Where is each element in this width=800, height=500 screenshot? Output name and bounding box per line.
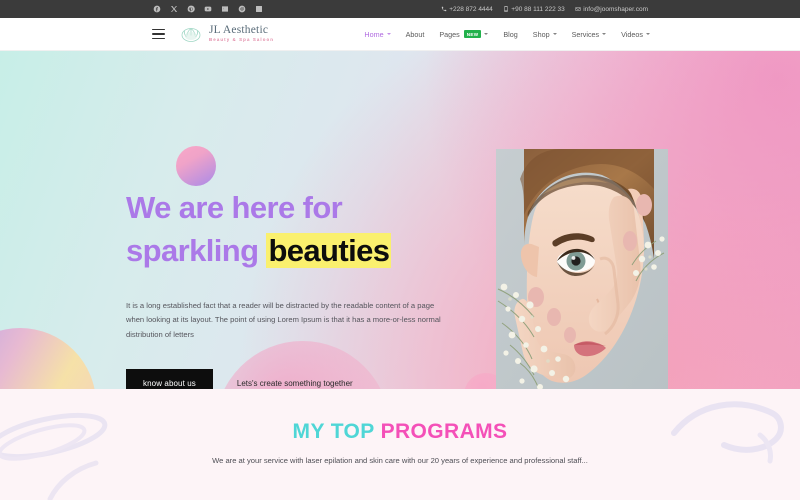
- hamburger-menu-icon[interactable]: [152, 29, 165, 39]
- hero-heading-line2-prefix: sparkling: [126, 232, 267, 268]
- youtube-icon[interactable]: [203, 5, 212, 14]
- programs-title-part1: MY TOP: [292, 420, 375, 443]
- chevron-down-icon: [602, 33, 607, 35]
- phone-primary-text: +228 872 4444: [449, 5, 493, 13]
- nav-label-pages: Pages: [439, 29, 460, 39]
- facebook-icon[interactable]: [152, 5, 161, 14]
- nav-item-services[interactable]: Services: [572, 30, 607, 39]
- nav-item-home[interactable]: Home: [364, 29, 391, 39]
- social-links: [152, 5, 263, 14]
- site-header: JL Aesthetic Beauty & Spa Saloon Home Ab…: [0, 18, 800, 51]
- linkedin-icon[interactable]: [254, 5, 263, 14]
- nav-label-shop: Shop: [532, 29, 550, 39]
- mobile-icon: [504, 6, 508, 12]
- envelope-icon: [575, 7, 581, 11]
- nav-label-videos: Videos: [621, 29, 643, 39]
- chevron-down-icon: [484, 33, 489, 35]
- decorative-gradient-circle-small: [176, 146, 216, 186]
- vimeo-icon[interactable]: [220, 5, 229, 14]
- chevron-down-icon: [386, 33, 391, 35]
- phone-secondary-text: +90 88 111 222 33: [511, 5, 565, 13]
- decorative-gradient-circle-large: [0, 328, 96, 389]
- nav-item-videos[interactable]: Videos: [621, 30, 650, 39]
- create-together-link[interactable]: Lets's create something together: [237, 379, 353, 388]
- phone-secondary[interactable]: +90 88 111 222 33: [503, 6, 565, 13]
- nav-label-blog: Blog: [503, 29, 518, 39]
- nav-label-home: Home: [364, 29, 384, 39]
- phone-primary[interactable]: +228 872 4444: [441, 6, 493, 13]
- hero-portrait-image: [496, 149, 668, 389]
- logo-tagline: Beauty & Spa Saloon: [209, 37, 275, 43]
- instagram-icon[interactable]: [237, 5, 246, 14]
- chevron-down-icon: [646, 33, 650, 35]
- hero-heading-highlight: beauties: [266, 232, 392, 268]
- logo[interactable]: JL Aesthetic Beauty & Spa Saloon: [178, 23, 274, 45]
- phone-icon: [441, 6, 446, 12]
- programs-subtitle: We are at your service with laser epilat…: [212, 456, 588, 465]
- page-root: +228 872 4444 +90 88 111 222 33 info@joo…: [0, 0, 800, 500]
- chevron-down-icon: [552, 33, 557, 35]
- programs-title: MY TOP PROGRAMS: [0, 420, 800, 444]
- programs-section: MY TOP PROGRAMS We are at your service w…: [0, 389, 800, 500]
- nav-item-pages[interactable]: Pages new: [439, 29, 489, 39]
- email-link[interactable]: info@joomshaper.com: [575, 6, 648, 13]
- hero-heading-line1: We are here for: [126, 187, 466, 230]
- contact-info: +228 872 4444 +90 88 111 222 33 info@joo…: [441, 6, 648, 13]
- nav-item-about[interactable]: About: [406, 30, 425, 39]
- main-navigation: Home About Pages new Blog Shop Services: [364, 30, 650, 39]
- hero-heading-line2: sparkling beauties: [126, 230, 466, 273]
- hero-section: We are here for sparkling beauties It is…: [0, 51, 800, 389]
- hero-heading-line1-text: We are here for: [126, 190, 343, 225]
- nav-item-blog[interactable]: Blog: [503, 30, 517, 39]
- lotus-flower-icon: [178, 23, 204, 45]
- top-utility-bar: +228 872 4444 +90 88 111 222 33 info@joo…: [0, 0, 800, 18]
- hero-copy: We are here for sparkling beauties It is…: [126, 187, 466, 389]
- twitter-x-icon[interactable]: [169, 5, 178, 14]
- programs-title-part2: PROGRAMS: [380, 420, 508, 443]
- new-badge: new: [463, 30, 482, 38]
- hero-paragraph: It is a long established fact that a rea…: [126, 300, 441, 340]
- nav-item-shop[interactable]: Shop: [533, 30, 557, 39]
- logo-name: JL Aesthetic: [209, 24, 269, 37]
- email-text: info@joomshaper.com: [583, 5, 648, 13]
- nav-label-about: About: [405, 29, 425, 39]
- hero-cta-group: know about us Lets's create something to…: [126, 368, 466, 389]
- know-about-us-button[interactable]: know about us: [126, 368, 213, 389]
- pinterest-icon[interactable]: [186, 5, 195, 14]
- nav-label-services: Services: [571, 29, 600, 39]
